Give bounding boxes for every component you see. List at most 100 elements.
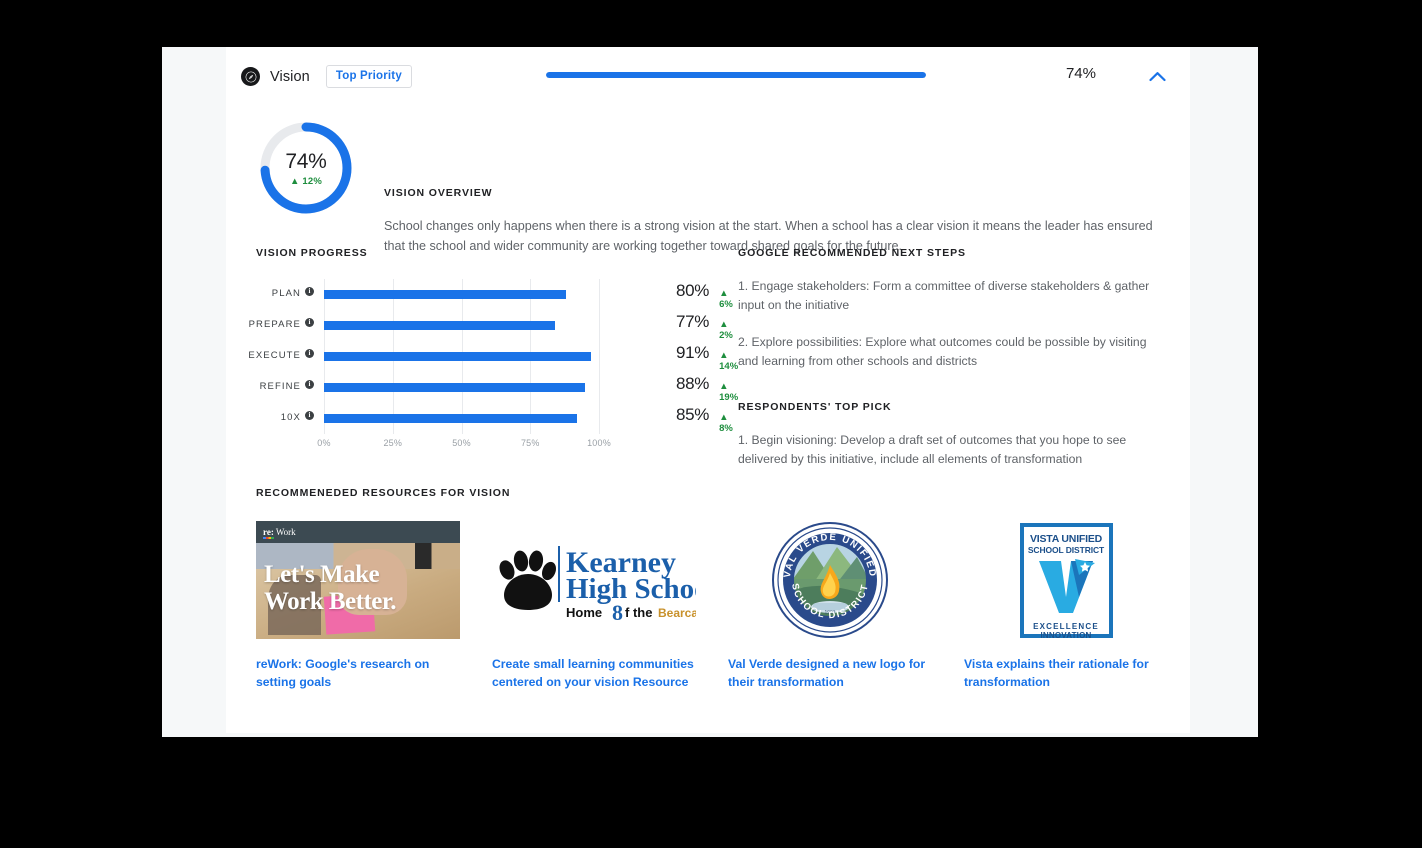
paw-print-icon: [499, 550, 556, 610]
resource-thumbnail[interactable]: Let's Make Work Better. re: Work: [256, 521, 460, 639]
screen: Vision Top Priority 74% 74% ▲ 12% VISION…: [0, 0, 1422, 848]
resource-thumbnail[interactable]: VISTA UNIFIED SCHOOL DISTRICT EXCELLENCE…: [964, 521, 1168, 639]
info-icon[interactable]: i: [305, 349, 314, 358]
header-left-group: Vision Top Priority: [241, 65, 412, 88]
chart-row-percent: 77%: [676, 312, 710, 331]
chart-axis-tick: 25%: [383, 438, 403, 448]
resource-caption-link[interactable]: Vista explains their rationale for trans…: [964, 655, 1168, 691]
header-percent-label: 74%: [1065, 65, 1096, 82]
info-icon[interactable]: i: [305, 380, 314, 389]
vista-line2: SCHOOL DISTRICT: [1027, 544, 1105, 555]
info-icon[interactable]: i: [305, 287, 314, 296]
vista-unified-logo: VISTA UNIFIED SCHOOL DISTRICT EXCELLENCE…: [1019, 522, 1113, 639]
chart-axis-tick: 0%: [317, 438, 331, 448]
resource-caption-link[interactable]: reWork: Google's research on setting goa…: [256, 655, 460, 691]
progress-section-label: VISION PROGRESS: [256, 247, 368, 259]
status-badge: Top Priority: [325, 65, 412, 88]
kearney-line3: Home: [566, 605, 602, 620]
resource-card[interactable]: Kearney High School Home 8 f the Bearcat…: [492, 521, 696, 691]
vista-v-mark-icon: [1035, 557, 1097, 620]
chart-bar-row: REFINE i 88% ▲ 19%: [260, 372, 739, 403]
chart-row-value: 88% ▲ 19%: [676, 374, 738, 403]
chart-row-label-text: PREPARE: [248, 319, 301, 330]
kearney-line2: High School: [566, 573, 696, 605]
resources-section-label: RECOMMENEDED RESOURCES FOR VISION: [256, 487, 511, 499]
header-progress-bar: [546, 72, 926, 78]
rework-headline-line2: Work Better.: [264, 588, 396, 615]
chart-row-percent: 80%: [676, 281, 710, 300]
chart-row-label-text: REFINE: [259, 381, 301, 392]
resource-card[interactable]: 1991 VAL VERDE UNIFIED SCHOOL DISTRICT V…: [728, 521, 932, 691]
collapse-toggle-button[interactable]: [1146, 66, 1168, 86]
vista-line1: VISTA UNIFIED: [1029, 532, 1103, 545]
top-pick-label: RESPONDENTS' TOP PICK: [738, 401, 892, 413]
chart-row-label-text: EXECUTE: [248, 350, 301, 361]
vista-line3: EXCELLENCE: [1033, 621, 1099, 631]
chart-row-delta: ▲ 14%: [719, 350, 739, 372]
svg-text:f the: f the: [625, 605, 652, 620]
svg-text:8: 8: [612, 600, 623, 625]
resource-thumbnail[interactable]: 1991 VAL VERDE UNIFIED SCHOOL DISTRICT: [728, 521, 932, 639]
vision-progress-section: VISION PROGRESS PLAN i 80% ▲ 6% PREPARE i 77% ▲…: [248, 247, 739, 454]
header-progress-fill: [546, 72, 926, 78]
chart-row-percent: 91%: [676, 343, 710, 362]
chart-row-value: 77% ▲ 2%: [676, 312, 733, 341]
chart-bar: [324, 352, 591, 361]
rework-headline: Let's Make Work Better.: [256, 561, 460, 615]
chart-bar: [324, 414, 577, 423]
chart-bar-row: PLAN i 80% ▲ 6%: [272, 279, 733, 310]
chart-bar: [324, 290, 566, 299]
overview-text-block: VISION OVERVIEW School changes only happ…: [384, 187, 1174, 256]
chart-bar-row: PREPARE i 77% ▲ 2%: [249, 310, 733, 341]
chevron-up-icon: [1148, 71, 1166, 81]
recommended-resources-section: RECOMMENEDED RESOURCES FOR VISION Let's …: [256, 487, 1176, 691]
next-step-item: 2. Explore possibilities: Explore what o…: [738, 335, 1147, 368]
info-icon[interactable]: i: [305, 411, 314, 420]
donut-delta: ▲ 12%: [290, 176, 322, 187]
resource-thumbnail[interactable]: Kearney High School Home 8 f the Bearcat…: [492, 521, 696, 639]
chart-axis-tick: 75%: [520, 438, 540, 448]
chart-row-percent: 88%: [676, 374, 710, 393]
chart-row-label-text: 10X: [280, 412, 301, 423]
resources-grid: Let's Make Work Better. re: Work reWork:…: [256, 521, 1176, 691]
vision-score-donut: 74% ▲ 12%: [256, 118, 356, 218]
chart-row-label: PREPARE i: [249, 318, 314, 331]
chart-row-label-text: PLAN: [271, 288, 301, 299]
donut-percent: 74%: [285, 149, 327, 173]
compass-icon: [241, 67, 260, 86]
chart-row-delta: ▲ 6%: [719, 288, 733, 310]
chart-bar: [324, 383, 586, 392]
chart-row-delta: ▲ 8%: [719, 412, 733, 434]
resource-card[interactable]: Let's Make Work Better. re: Work reWork:…: [256, 521, 460, 691]
donut-center-labels: 74% ▲ 12%: [256, 118, 356, 218]
chart-row-label: 10X i: [281, 411, 314, 424]
info-icon[interactable]: i: [305, 318, 314, 327]
rework-logo-work: Work: [275, 527, 296, 537]
rework-thumbnail-image: Let's Make Work Better. re: Work: [256, 521, 460, 639]
rework-headline-line1: Let's Make: [264, 561, 380, 588]
resource-caption-link[interactable]: Val Verde designed a new logo for their …: [728, 655, 932, 691]
chart-axis-tick: 50%: [452, 438, 471, 448]
chart-plot-area: PLAN i 80% ▲ 6% PREPARE i 77% ▲ 2% EXECUTE i 91% ▲ …: [248, 279, 739, 434]
chart-bar-row: EXECUTE i 91% ▲ 14%: [248, 341, 738, 372]
chart-axis-tick: 100%: [587, 438, 611, 448]
overview-section-label: VISION OVERVIEW: [384, 187, 493, 199]
chart-row-label: PLAN i: [272, 287, 314, 300]
chart-bar-row: 10X i 85% ▲ 8%: [281, 403, 733, 434]
chart-row-percent: 85%: [676, 405, 710, 424]
resource-card[interactable]: VISTA UNIFIED SCHOOL DISTRICT EXCELLENCE…: [964, 521, 1168, 691]
next-steps-label: GOOGLE RECOMMENDED NEXT STEPS: [738, 247, 966, 259]
val-verde-unified-seal: 1991 VAL VERDE UNIFIED SCHOOL DISTRICT: [771, 521, 889, 639]
chart-x-axis: 0% 25% 50% 75% 100%: [317, 434, 610, 454]
chart-gridline: [599, 279, 600, 434]
resource-caption-link[interactable]: Create small learning communities center…: [492, 655, 696, 691]
kearney-high-school-logo: Kearney High School Home 8 f the Bearcat…: [492, 521, 696, 639]
page-title: Vision: [270, 68, 310, 85]
chart-row-delta: ▲ 19%: [719, 381, 739, 403]
chart-row-value: 80% ▲ 6%: [676, 281, 733, 310]
next-steps-section: GOOGLE RECOMMENDED NEXT STEPS 1. Engage …: [738, 247, 1158, 469]
chart-row-value: 85% ▲ 8%: [676, 405, 733, 434]
donut-delta-arrow: ▲: [289, 175, 300, 187]
chart-bar: [324, 321, 555, 330]
chart-row-label: EXECUTE i: [248, 349, 314, 362]
